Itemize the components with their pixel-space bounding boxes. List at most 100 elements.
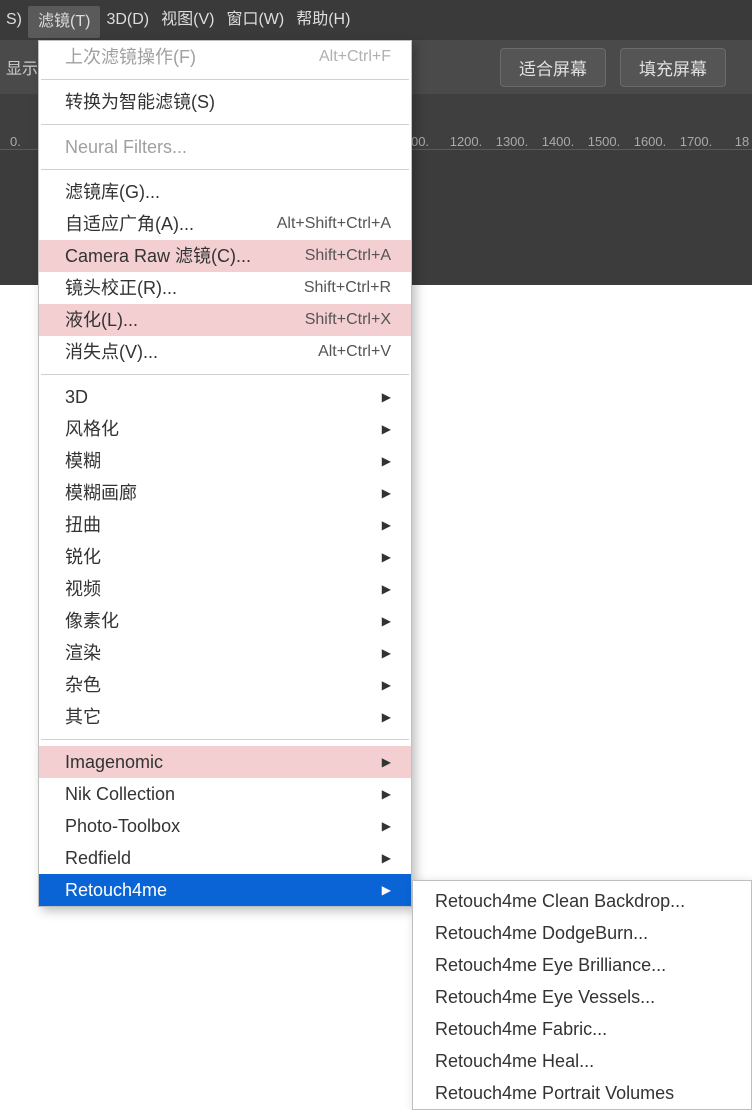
menu-item-label: 模糊 <box>65 449 101 473</box>
menu-item-label: 3D <box>65 385 88 409</box>
submenu-item-fabric[interactable]: Retouch4me Fabric... <box>413 1013 751 1045</box>
submenu-item-dodgeburn[interactable]: Retouch4me DodgeBurn... <box>413 917 751 949</box>
menu-item-vanishing-point[interactable]: 消失点(V)... Alt+Ctrl+V <box>39 336 411 368</box>
menu-item-label: 镜头校正(R)... <box>65 276 177 300</box>
submenu-arrow-icon: ▶ <box>382 481 391 505</box>
menu-item-label: 像素化 <box>65 609 119 633</box>
menu-separator <box>41 739 409 740</box>
menu-item-label: 渲染 <box>65 641 101 665</box>
submenu-arrow-icon: ▶ <box>382 449 391 473</box>
menu-item-video[interactable]: 视频 ▶ <box>39 573 411 605</box>
menu-item-label: 其它 <box>65 705 101 729</box>
submenu-arrow-icon: ▶ <box>382 609 391 633</box>
menubar: S) 滤镜(T) 3D(D) 视图(V) 窗口(W) 帮助(H) <box>0 0 752 40</box>
ruler-tick-1200: 1200. <box>450 134 483 149</box>
ruler-tick-1700: 1700. <box>680 134 713 149</box>
menu-item-shortcut: Alt+Ctrl+V <box>318 340 391 364</box>
menu-item-label: Redfield <box>65 846 131 870</box>
submenu-arrow-icon: ▶ <box>382 782 391 806</box>
menu-item-filter-gallery[interactable]: 滤镜库(G)... <box>39 176 411 208</box>
menubar-leading-fragment: S) <box>0 0 28 40</box>
submenu-item-eye-vessels[interactable]: Retouch4me Eye Vessels... <box>413 981 751 1013</box>
menu-item-redfield[interactable]: Redfield ▶ <box>39 842 411 874</box>
menu-window[interactable]: 窗口(W) <box>220 0 290 40</box>
menu-item-blur-gallery[interactable]: 模糊画廊 ▶ <box>39 477 411 509</box>
ruler-tick-left-edge: 0. <box>10 134 21 149</box>
menu-separator <box>41 169 409 170</box>
menu-item-last-filter[interactable]: 上次滤镜操作(F) Alt+Ctrl+F <box>39 41 411 73</box>
menu-item-shortcut: Alt+Shift+Ctrl+A <box>277 212 391 236</box>
menu-item-neural-filters[interactable]: Neural Filters... <box>39 131 411 163</box>
menu-separator <box>41 124 409 125</box>
submenu-item-portrait-volumes[interactable]: Retouch4me Portrait Volumes <box>413 1077 751 1109</box>
menu-item-render[interactable]: 渲染 ▶ <box>39 637 411 669</box>
filter-menu-dropdown: 上次滤镜操作(F) Alt+Ctrl+F 转换为智能滤镜(S) Neural F… <box>38 40 412 907</box>
menu-item-label: 杂色 <box>65 673 101 697</box>
menu-item-distort[interactable]: 扭曲 ▶ <box>39 509 411 541</box>
menu-item-convert-smart-filter[interactable]: 转换为智能滤镜(S) <box>39 86 411 118</box>
ruler-tick-1800: 18 <box>735 134 749 149</box>
menu-item-retouch4me[interactable]: Retouch4me ▶ <box>39 874 411 906</box>
menu-filter[interactable]: 滤镜(T) <box>28 6 100 38</box>
ruler-tick-1500: 1500. <box>588 134 621 149</box>
menu-item-label: Imagenomic <box>65 750 163 774</box>
menu-item-shortcut: Shift+Ctrl+X <box>305 308 391 332</box>
menu-help[interactable]: 帮助(H) <box>290 0 356 40</box>
submenu-arrow-icon: ▶ <box>382 417 391 441</box>
submenu-arrow-icon: ▶ <box>382 641 391 665</box>
menu-item-blur[interactable]: 模糊 ▶ <box>39 445 411 477</box>
menu-item-label: 滤镜库(G)... <box>65 180 160 204</box>
fit-screen-button[interactable]: 适合屏幕 <box>500 48 606 87</box>
menu-item-label: 模糊画廊 <box>65 481 137 505</box>
submenu-arrow-icon: ▶ <box>382 577 391 601</box>
menu-item-label: 上次滤镜操作(F) <box>65 45 196 69</box>
submenu-arrow-icon: ▶ <box>382 385 391 409</box>
submenu-item-eye-brilliance[interactable]: Retouch4me Eye Brilliance... <box>413 949 751 981</box>
menu-item-stylize[interactable]: 风格化 ▶ <box>39 413 411 445</box>
menu-item-sharpen[interactable]: 锐化▶ <box>39 541 411 573</box>
menu-item-pixelate[interactable]: 像素化 ▶ <box>39 605 411 637</box>
menu-item-adaptive-wide-angle[interactable]: 自适应广角(A)... Alt+Shift+Ctrl+A <box>39 208 411 240</box>
menu-3d[interactable]: 3D(D) <box>100 0 155 40</box>
submenu-arrow-icon: ▶ <box>382 814 391 838</box>
ruler-tick-1100: 00. <box>411 134 429 149</box>
menu-view[interactable]: 视图(V) <box>155 0 220 40</box>
menu-item-shortcut: Alt+Ctrl+F <box>319 45 391 69</box>
menu-item-imagenomic[interactable]: Imagenomic▶ <box>39 746 411 778</box>
menu-item-shortcut: Shift+Ctrl+A <box>305 244 391 268</box>
menu-item-3d[interactable]: 3D ▶ <box>39 381 411 413</box>
menu-item-nik-collection[interactable]: Nik Collection ▶ <box>39 778 411 810</box>
retouch4me-submenu: Retouch4me Clean Backdrop... Retouch4me … <box>412 880 752 1110</box>
menu-item-label: 扭曲 <box>65 513 101 537</box>
fill-screen-button[interactable]: 填充屏幕 <box>620 48 726 87</box>
menu-item-label: Retouch4me <box>65 878 167 902</box>
menu-item-label: 视频 <box>65 577 101 601</box>
menu-item-noise[interactable]: 杂色 ▶ <box>39 669 411 701</box>
submenu-arrow-icon: ▶ <box>382 513 391 537</box>
menu-item-label: Photo-Toolbox <box>65 814 180 838</box>
menu-item-label: 自适应广角(A)... <box>65 212 194 236</box>
ruler-tick-1300: 1300. <box>496 134 529 149</box>
menu-item-photo-toolbox[interactable]: Photo-Toolbox ▶ <box>39 810 411 842</box>
menu-item-label: Neural Filters... <box>65 135 187 159</box>
submenu-arrow-icon: ▶ <box>382 545 391 569</box>
menu-item-lens-correction[interactable]: 镜头校正(R)... Shift+Ctrl+R <box>39 272 411 304</box>
menu-separator <box>41 79 409 80</box>
menu-item-camera-raw[interactable]: Camera Raw 滤镜(C)... Shift+Ctrl+A <box>39 240 411 272</box>
submenu-arrow-icon: ▶ <box>382 673 391 697</box>
menu-item-label: 液化(L)... <box>65 308 138 332</box>
ruler-tick-1400: 1400. <box>542 134 575 149</box>
menu-separator <box>41 374 409 375</box>
menu-item-other[interactable]: 其它▶ <box>39 701 411 733</box>
submenu-item-heal[interactable]: Retouch4me Heal... <box>413 1045 751 1077</box>
menu-item-liquify[interactable]: 液化(L)... Shift+Ctrl+X <box>39 304 411 336</box>
menu-item-label: 风格化 <box>65 417 119 441</box>
menu-item-label: Camera Raw 滤镜(C)... <box>65 244 251 268</box>
menu-item-label: 消失点(V)... <box>65 340 158 364</box>
menu-item-shortcut: Shift+Ctrl+R <box>304 276 391 300</box>
menu-item-label: Nik Collection <box>65 782 175 806</box>
submenu-item-clean-backdrop[interactable]: Retouch4me Clean Backdrop... <box>413 885 751 917</box>
submenu-arrow-icon: ▶ <box>382 878 391 902</box>
submenu-arrow-icon: ▶ <box>382 846 391 870</box>
menu-item-label: 转换为智能滤镜(S) <box>65 90 215 114</box>
